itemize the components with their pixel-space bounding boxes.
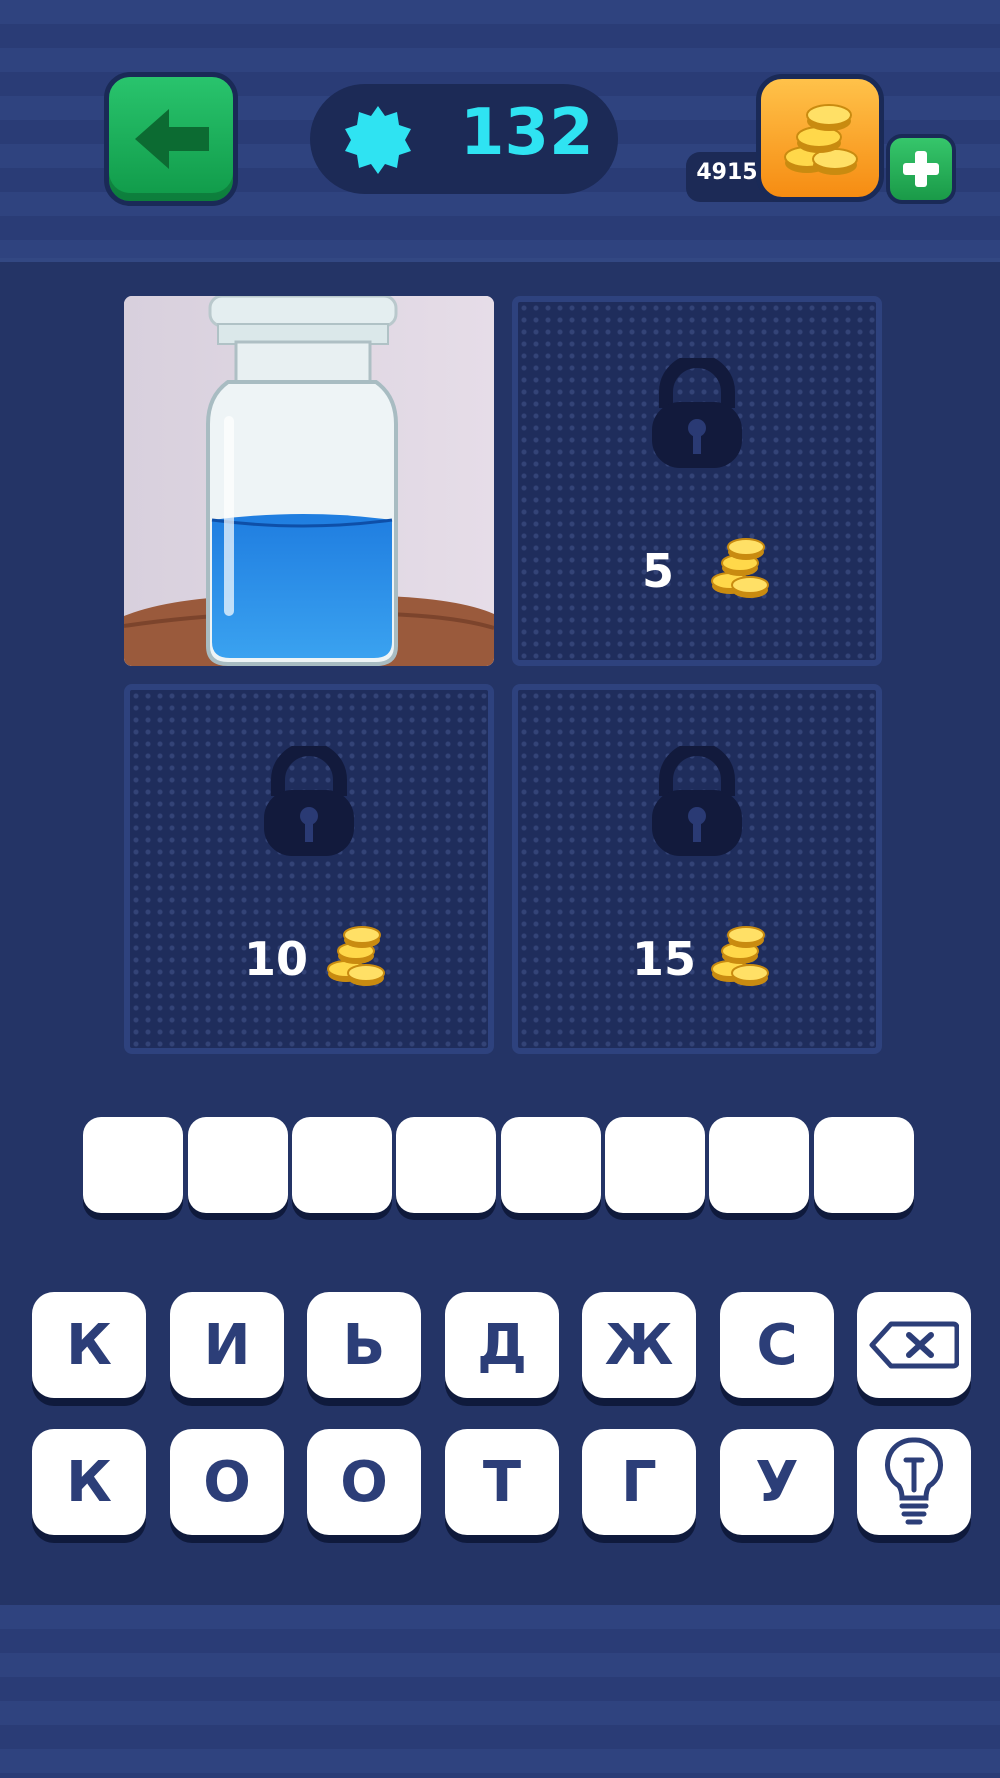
key-letter: И xyxy=(203,1312,251,1378)
key-letter: К xyxy=(66,1449,112,1515)
letter-key-4[interactable]: Д xyxy=(445,1292,559,1398)
bottom-bar xyxy=(0,1605,1000,1778)
letter-key-8[interactable]: О xyxy=(170,1429,284,1535)
key-letter: Д xyxy=(477,1312,527,1378)
key-letter: Ж xyxy=(604,1312,674,1378)
locked-tile-3[interactable]: 10 xyxy=(124,684,494,1054)
level-number: 132 xyxy=(460,96,594,170)
tile-cost: 15 xyxy=(632,932,697,986)
add-coins-button[interactable] xyxy=(886,134,956,204)
coin-count: 4915 xyxy=(696,160,758,185)
letter-key-12[interactable]: У xyxy=(720,1429,834,1535)
key-letter: О xyxy=(340,1449,388,1515)
tile-cost: 10 xyxy=(244,932,309,986)
tile-cost: 5 xyxy=(642,544,675,598)
lightbulb-icon xyxy=(885,1437,943,1525)
arrow-left-icon xyxy=(135,109,209,169)
answer-slot-1[interactable] xyxy=(83,1117,183,1213)
answer-slot-3[interactable] xyxy=(292,1117,392,1213)
level-indicator: 132 xyxy=(310,84,618,194)
level-badge-icon xyxy=(345,106,411,174)
jar-photo xyxy=(124,296,494,666)
coins-shop-button[interactable] xyxy=(756,74,884,202)
letter-key-10[interactable]: Т xyxy=(445,1429,559,1535)
coin-stack-icon xyxy=(327,926,385,986)
plus-icon xyxy=(903,151,939,187)
letter-key-3[interactable]: Ь xyxy=(307,1292,421,1398)
letter-key-2[interactable]: И xyxy=(170,1292,284,1398)
answer-slot-8[interactable] xyxy=(814,1117,914,1213)
back-button[interactable] xyxy=(104,72,238,206)
locked-tile-2[interactable]: 5 xyxy=(512,296,882,666)
backspace-button[interactable] xyxy=(857,1292,971,1398)
letter-key-7[interactable]: К xyxy=(32,1429,146,1535)
lock-icon xyxy=(652,746,742,856)
letter-key-6[interactable]: С xyxy=(720,1292,834,1398)
key-letter: Ь xyxy=(342,1312,386,1378)
letter-key-5[interactable]: Ж xyxy=(582,1292,696,1398)
key-letter: Т xyxy=(482,1449,522,1515)
coin-stack-icon xyxy=(784,104,858,175)
key-letter: У xyxy=(755,1449,799,1515)
answer-slot-7[interactable] xyxy=(709,1117,809,1213)
lock-icon xyxy=(264,746,354,856)
coin-stack-icon xyxy=(711,538,769,598)
hint-button[interactable] xyxy=(857,1429,971,1535)
letter-key-9[interactable]: О xyxy=(307,1429,421,1535)
answer-slot-5[interactable] xyxy=(501,1117,601,1213)
backspace-icon xyxy=(869,1321,959,1369)
key-letter: К xyxy=(66,1312,112,1378)
locked-tile-4[interactable]: 15 xyxy=(512,684,882,1054)
lock-icon xyxy=(652,358,742,468)
letter-key-1[interactable]: К xyxy=(32,1292,146,1398)
key-letter: Г xyxy=(621,1449,657,1515)
key-letter: О xyxy=(203,1449,251,1515)
answer-slot-2[interactable] xyxy=(188,1117,288,1213)
letter-key-11[interactable]: Г xyxy=(582,1429,696,1535)
answer-slot-6[interactable] xyxy=(605,1117,705,1213)
picture-tile-1 xyxy=(124,296,494,666)
answer-slot-4[interactable] xyxy=(396,1117,496,1213)
key-letter: С xyxy=(756,1312,798,1378)
coin-stack-icon xyxy=(711,926,769,986)
